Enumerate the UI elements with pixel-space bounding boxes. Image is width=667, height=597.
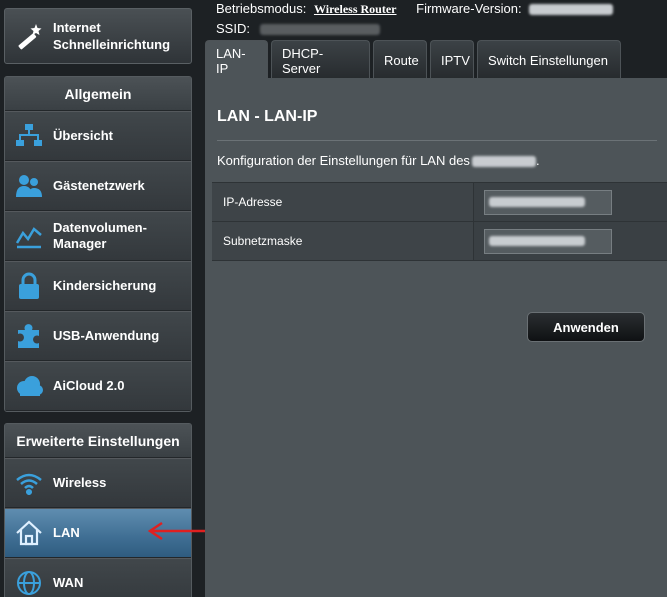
- home-icon: [5, 520, 53, 546]
- traffic-label-line1: Datenvolumen-: [53, 220, 147, 235]
- tab-switch-settings[interactable]: Switch Einstellungen: [477, 40, 621, 80]
- quick-setup-line2: Schnelleinrichtung: [53, 37, 171, 52]
- subnet-mask-input[interactable]: [484, 228, 612, 254]
- sidebar-item-guest-network[interactable]: Gästenetzwerk: [5, 161, 191, 211]
- ip-address-label: IP-Adresse: [212, 183, 474, 221]
- sidebar-item-label: AiCloud 2.0: [53, 378, 125, 393]
- table-row: Subnetzmaske: [212, 222, 667, 261]
- sidebar-item-label: Wireless: [53, 475, 107, 490]
- description-text: Konfiguration der Einstellungen für LAN …: [217, 153, 470, 168]
- main-content: LAN-IP DHCP-Server Route IPTV Switch Ein…: [205, 40, 667, 597]
- firmware-label: Firmware-Version:: [416, 1, 522, 16]
- sidebar-item-aicloud[interactable]: AiCloud 2.0: [5, 361, 191, 411]
- lock-icon: [5, 272, 53, 300]
- table-row: IP-Adresse: [212, 183, 667, 222]
- advanced-menu: Erweiterte Einstellungen Wireless LAN WA…: [4, 423, 192, 597]
- sidebar-item-label: WAN: [53, 575, 84, 590]
- sidebar-item-label: Datenvolumen- Manager: [53, 220, 147, 252]
- sidebar-item-label: LAN: [53, 525, 80, 540]
- quick-setup-line1: Internet: [53, 20, 101, 35]
- sidebar-item-overview[interactable]: Übersicht: [5, 111, 191, 161]
- sidebar-item-label: Gästenetzwerk: [53, 178, 145, 193]
- sidebar-item-traffic-manager[interactable]: Datenvolumen- Manager: [5, 211, 191, 261]
- tab-bar: LAN-IP DHCP-Server Route IPTV Switch Ein…: [205, 40, 624, 80]
- guests-icon: [5, 173, 53, 199]
- sidebar-item-label: Kindersicherung: [53, 278, 157, 293]
- lan-ip-panel: LAN - LAN-IP Konfiguration der Einstellu…: [205, 78, 667, 597]
- ip-address-input[interactable]: [484, 189, 612, 215]
- ssid-value-redacted: [259, 24, 380, 36]
- puzzle-icon: [5, 322, 53, 350]
- sidebar-item-wan[interactable]: WAN: [5, 558, 191, 597]
- magic-wand-icon: [5, 21, 53, 51]
- settings-table: IP-Adresse Subnetzmaske: [212, 182, 667, 261]
- quick-setup-button[interactable]: Internet Schnelleinrichtung: [4, 8, 192, 64]
- page-title: LAN - LAN-IP: [217, 108, 318, 125]
- title-divider: [217, 140, 657, 141]
- advanced-heading: Erweiterte Einstellungen: [5, 424, 191, 458]
- tab-dhcp-server[interactable]: DHCP-Server: [271, 40, 370, 80]
- quick-setup-label: Internet Schnelleinrichtung: [53, 19, 170, 53]
- mode-label: Betriebsmodus:: [216, 1, 307, 16]
- ip-address-cell: [474, 183, 667, 221]
- mode-link[interactable]: Wireless Router: [314, 2, 397, 16]
- tab-iptv[interactable]: IPTV: [430, 40, 474, 80]
- network-map-icon: [5, 123, 53, 149]
- model-name-redacted: [471, 156, 536, 168]
- sidebar: Internet Schnelleinrichtung Allgemein Üb…: [0, 0, 196, 597]
- traffic-chart-icon: [5, 223, 53, 249]
- cloud-icon: [5, 374, 53, 398]
- sidebar-item-parental-control[interactable]: Kindersicherung: [5, 261, 191, 311]
- sidebar-item-label: Übersicht: [53, 128, 113, 143]
- tab-lan-ip[interactable]: LAN-IP: [205, 40, 268, 80]
- ip-value-redacted: [489, 197, 585, 207]
- apply-button[interactable]: Anwenden: [527, 312, 645, 342]
- page-description: Konfiguration der Einstellungen für LAN …: [217, 153, 540, 168]
- subnet-mask-cell: [474, 222, 667, 260]
- wifi-icon: [5, 471, 53, 495]
- firmware-value-redacted[interactable]: [529, 4, 614, 16]
- mode-row: Betriebsmodus: Wireless Router Firmware-…: [216, 1, 614, 17]
- ssid-row: SSID:: [216, 21, 380, 36]
- sidebar-item-wireless[interactable]: Wireless: [5, 458, 191, 508]
- subnet-mask-label: Subnetzmaske: [212, 222, 474, 260]
- tab-route[interactable]: Route: [373, 40, 427, 80]
- subnet-value-redacted: [489, 236, 585, 246]
- sidebar-item-usb-app[interactable]: USB-Anwendung: [5, 311, 191, 361]
- general-heading: Allgemein: [5, 77, 191, 111]
- traffic-label-line2: Manager: [53, 236, 107, 251]
- globe-icon: [5, 569, 53, 597]
- sidebar-item-label: USB-Anwendung: [53, 328, 160, 343]
- general-menu: Allgemein Übersicht Gästenetzwerk Datenv…: [4, 76, 192, 412]
- ssid-label: SSID:: [216, 21, 250, 36]
